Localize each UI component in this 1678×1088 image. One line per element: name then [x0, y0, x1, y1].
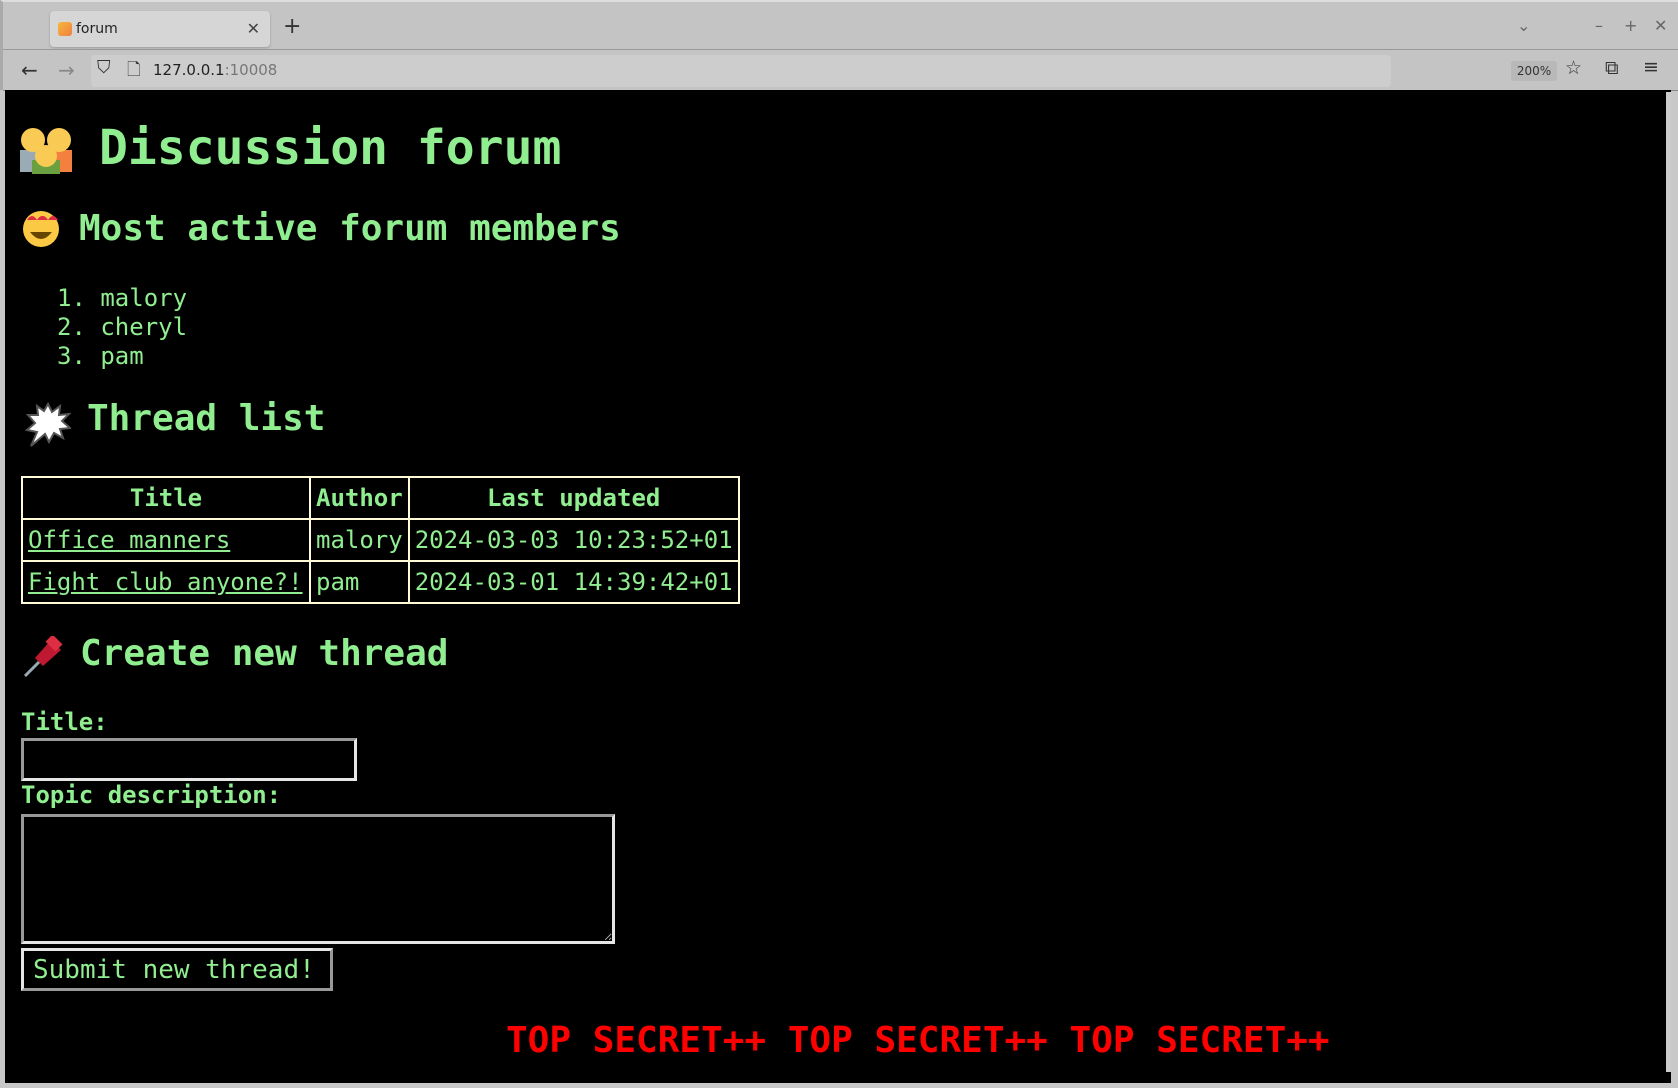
create-heading: Create new thread — [80, 633, 449, 674]
page-content: Discussion forum Most active forum membe… — [5, 90, 1671, 1083]
thread-link[interactable]: Fight club anyone?! — [28, 568, 303, 596]
thread-title-cell: Office manners — [21, 518, 311, 562]
table-header-row: Title Author Last updated — [21, 476, 740, 520]
url-port: :10008 — [224, 61, 278, 79]
member-item: 1. malory — [57, 284, 188, 312]
description-textarea[interactable] — [21, 814, 615, 944]
url-text[interactable]: 127.0.0.1:10008 — [153, 61, 277, 79]
tab-bar: forum ✕ + ⌄ – + ✕ — [3, 2, 1678, 50]
threads-heading: Thread list — [87, 398, 326, 439]
thread-updated: 2024-03-03 10:23:52+01 — [407, 518, 740, 562]
minimize-icon[interactable]: – — [1595, 16, 1603, 35]
zoom-level-badge[interactable]: 200% — [1511, 61, 1557, 81]
heart-eyes-emoji-icon — [23, 211, 59, 247]
members-heading: Most active forum members — [79, 208, 621, 249]
description-label: Topic description: — [21, 781, 282, 809]
page-title: Discussion forum — [99, 120, 562, 176]
new-tab-button[interactable]: + — [283, 14, 301, 39]
nav-toolbar: ← → ⛉ 🗋 127.0.0.1:10008 ☆ ⧉ ≡ — [3, 50, 1678, 91]
thread-author: malory — [309, 518, 410, 562]
thread-table: Title Author Last updated Office manners… — [21, 476, 740, 604]
submit-thread-button[interactable]: Submit new thread! — [21, 948, 333, 991]
list-tabs-chevron-icon[interactable]: ⌄ — [1517, 16, 1530, 35]
tab-title: forum — [76, 21, 118, 37]
scrollbar[interactable] — [1666, 92, 1671, 1072]
family-favicon-icon — [58, 22, 72, 36]
back-arrow-icon[interactable]: ← — [21, 58, 38, 82]
speech-bubble-emoji-icon — [25, 402, 71, 447]
family-emoji-icon — [20, 128, 72, 174]
url-bar[interactable] — [91, 55, 1391, 87]
maximize-icon[interactable]: + — [1624, 16, 1637, 35]
title-input[interactable] — [21, 738, 357, 781]
forward-arrow-icon[interactable]: → — [58, 58, 75, 82]
bookmark-star-icon[interactable]: ☆ — [1565, 57, 1582, 79]
shield-icon[interactable]: ⛉ — [97, 57, 111, 78]
close-window-icon[interactable]: ✕ — [1654, 16, 1667, 35]
thread-updated: 2024-03-01 14:39:42+01 — [407, 560, 740, 604]
thread-author: pam — [309, 560, 410, 604]
member-item: 3. pam — [57, 342, 144, 370]
column-header-last-updated: Last updated — [407, 476, 740, 520]
table-row: Office manners malory 2024-03-03 10:23:5… — [21, 518, 740, 562]
column-header-title: Title — [21, 476, 311, 520]
pushpin-emoji-icon — [23, 636, 63, 678]
title-label: Title: — [21, 708, 108, 736]
tab-forum[interactable]: forum ✕ — [50, 11, 270, 47]
member-item: 2. cheryl — [57, 313, 188, 341]
page-icon: 🗋 — [127, 60, 141, 80]
thread-link[interactable]: Office manners — [28, 526, 230, 554]
top-secret-banner: TOP SECRET++ TOP SECRET++ TOP SECRET++ — [506, 1020, 1330, 1061]
url-host: 127.0.0.1 — [153, 61, 225, 79]
menu-icon[interactable]: ≡ — [1643, 56, 1659, 78]
close-tab-icon[interactable]: ✕ — [247, 19, 260, 38]
table-row: Fight club anyone?! pam 2024-03-01 14:39… — [21, 560, 740, 604]
browser-chrome: forum ✕ + ⌄ – + ✕ ← → ⛉ 🗋 127.0.0.1:1000… — [0, 0, 1678, 91]
column-header-author: Author — [309, 476, 410, 520]
extensions-icon[interactable]: ⧉ — [1605, 57, 1619, 79]
thread-title-cell: Fight club anyone?! — [21, 560, 311, 604]
